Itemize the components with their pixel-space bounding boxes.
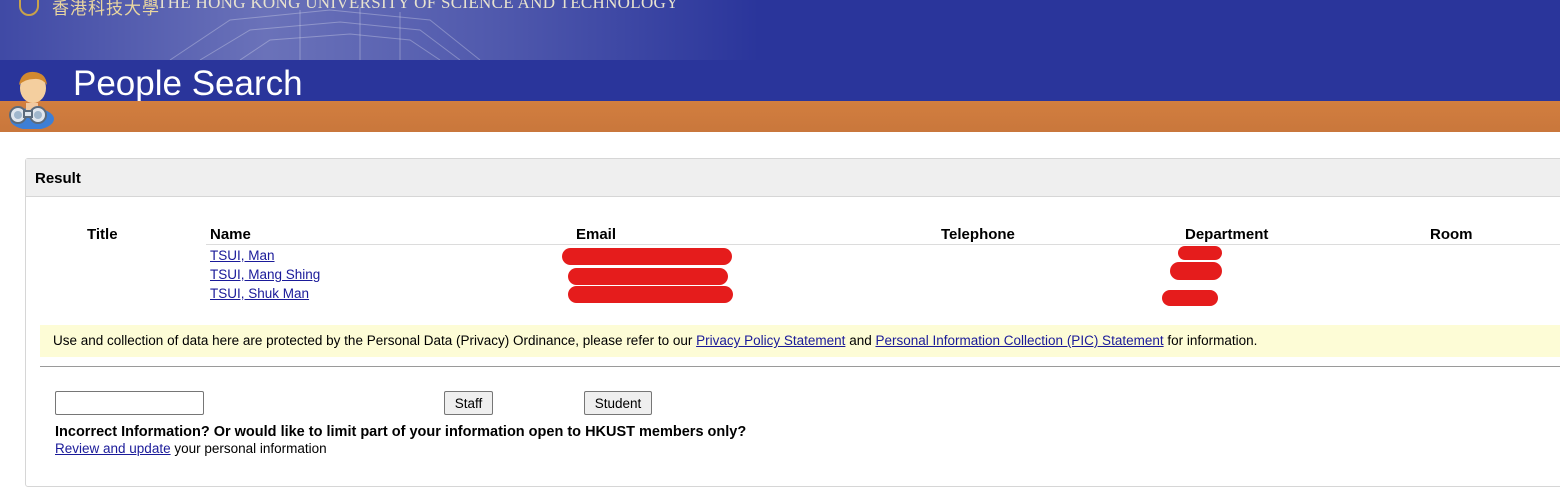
privacy-notice-and: and [849,333,876,348]
column-header-title: Title [87,226,118,243]
result-name-link[interactable]: TSUI, Shuk Man [210,286,309,301]
staff-search-button[interactable]: Staff [444,391,493,415]
redacted-department [1170,262,1222,280]
name-search-input[interactable] [55,391,204,415]
review-update-line: Review and update your personal informat… [55,441,327,456]
site-banner: 香港科技大學 THE HONG KONG UNIVERSITY OF SCIEN… [0,0,1560,101]
review-update-suffix: your personal information [170,441,327,456]
result-name-link[interactable]: TSUI, Mang Shing [210,267,320,282]
redacted-email [568,268,728,285]
page-title: People Search [73,64,303,101]
column-header-email: Email [576,226,617,243]
privacy-notice-suffix: for information. [1167,333,1258,348]
university-name-chinese: 香港科技大學 [52,0,160,19]
incorrect-info-heading: Incorrect Information? Or would like to … [55,424,747,440]
column-header-telephone: Telephone [941,226,1015,243]
banner-accent-bar [0,101,1560,132]
privacy-notice-text: Use and collection of data here are prot… [53,333,697,348]
review-update-link[interactable]: Review and update [55,441,171,456]
university-name-english: THE HONG KONG UNIVERSITY OF SCIENCE AND … [157,0,679,12]
redacted-department [1178,246,1222,260]
privacy-notice: Use and collection of data here are prot… [40,325,1560,357]
column-header-department: Department [1185,226,1269,243]
user-search-icon [9,71,54,129]
redacted-email [568,286,733,303]
result-name-link[interactable]: TSUI, Man [210,248,275,263]
redacted-department [1162,290,1218,306]
privacy-policy-link[interactable]: Privacy Policy Statement [696,333,845,348]
student-search-button[interactable]: Student [584,391,652,415]
result-panel-header: Result [26,159,1560,197]
table-header-divider [206,244,1560,245]
pic-statement-link[interactable]: Personal Information Collection (PIC) St… [875,333,1163,348]
redacted-email [562,248,732,265]
column-header-room: Room [1430,226,1473,243]
column-header-name: Name [210,226,251,243]
section-divider [40,366,1560,367]
